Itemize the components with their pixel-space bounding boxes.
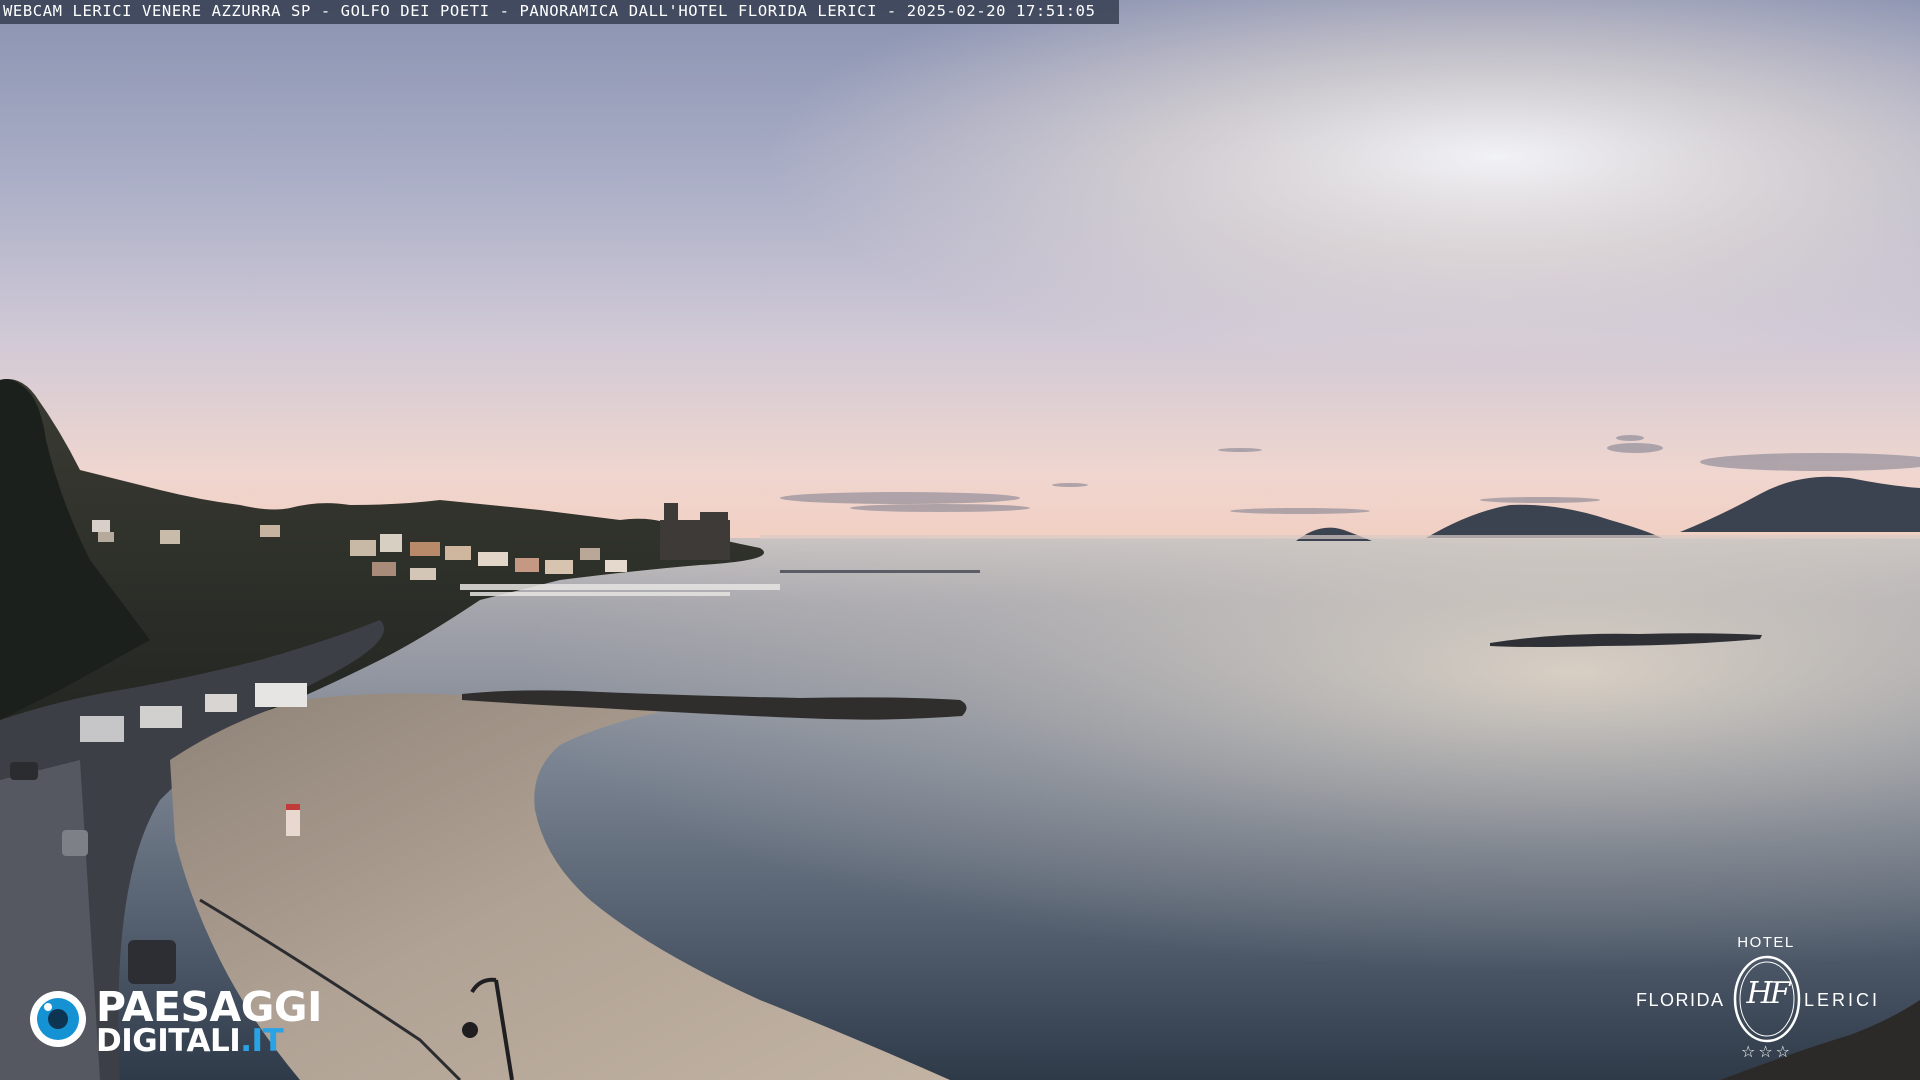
webcam-caption: WEBCAM LERICI VENERE AZZURRA SP - GOLFO … bbox=[3, 2, 1096, 20]
webcam-caption-bar: WEBCAM LERICI VENERE AZZURRA SP - GOLFO … bbox=[0, 0, 1119, 24]
hotel-name-right: LERICI bbox=[1804, 990, 1881, 1010]
eye-icon bbox=[30, 991, 86, 1047]
logo-line-2-main: DIGITALI bbox=[96, 1023, 241, 1059]
sun-glow bbox=[0, 0, 1920, 560]
logo-line-2: DIGITALI.IT bbox=[96, 1023, 284, 1059]
webcam-scene bbox=[0, 0, 1920, 1080]
logo-line-2-accent: .IT bbox=[240, 1023, 284, 1059]
paesaggi-digitali-logo: PAESAGGI DIGITALI.IT bbox=[30, 983, 340, 1059]
lamp-head bbox=[462, 1022, 478, 1038]
hotel-monogram: HF bbox=[1746, 976, 1791, 1011]
star-rating-icon: ☆☆☆ bbox=[1740, 1042, 1794, 1061]
horizon-line bbox=[760, 535, 1920, 539]
hotel-label: HOTEL bbox=[1737, 934, 1795, 951]
hotel-florida-logo: HOTEL FLORIDA HF LERICI ☆☆☆ bbox=[1630, 932, 1900, 1064]
hotel-name-left: FLORIDA bbox=[1636, 990, 1725, 1010]
